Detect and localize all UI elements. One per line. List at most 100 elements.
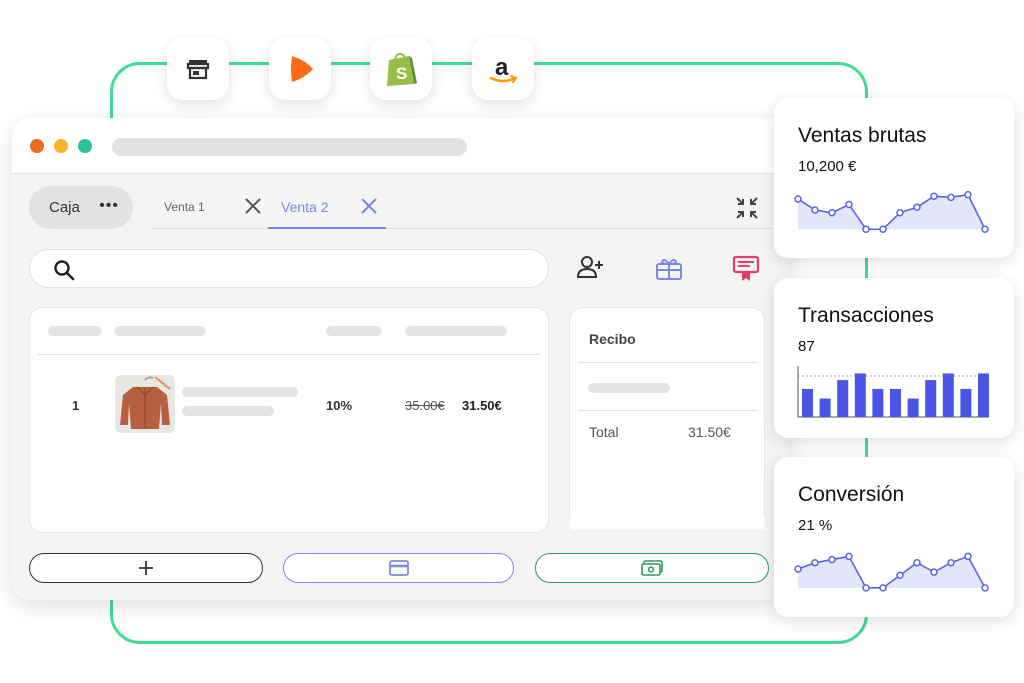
product-detail-placeholder bbox=[182, 406, 274, 416]
chart-point bbox=[947, 558, 955, 567]
receipt-torn-edge bbox=[569, 516, 765, 530]
cash-icon bbox=[641, 560, 663, 576]
total-label: Total bbox=[589, 424, 619, 440]
chart-point bbox=[862, 225, 870, 233]
chart-point bbox=[964, 190, 972, 199]
certificate-icon[interactable] bbox=[732, 255, 760, 283]
header-placeholder bbox=[48, 326, 102, 336]
chart-bar bbox=[978, 373, 989, 417]
tab-venta-2[interactable]: Venta 2 bbox=[281, 199, 329, 215]
chart-point bbox=[879, 584, 887, 592]
store-icon bbox=[186, 60, 210, 80]
chart-bar bbox=[942, 373, 954, 417]
shopify-channel-button[interactable]: S bbox=[370, 38, 432, 100]
more-options-icon[interactable]: ••• bbox=[99, 197, 119, 215]
gift-card-icon[interactable] bbox=[655, 255, 683, 283]
conversion-card: Conversión 21 % bbox=[774, 457, 1014, 617]
row-discount: 10% bbox=[326, 398, 353, 413]
chart-bar bbox=[925, 380, 937, 417]
chart-point bbox=[845, 200, 853, 209]
close-window-dot[interactable] bbox=[30, 139, 44, 153]
row-new-price: 31.50€ bbox=[462, 398, 502, 413]
close-tab-icon[interactable] bbox=[244, 197, 262, 215]
caja-label: Caja bbox=[49, 199, 80, 216]
window-titlebar bbox=[12, 118, 788, 174]
minimize-window-dot[interactable] bbox=[54, 139, 68, 153]
receipt-divider bbox=[578, 362, 758, 363]
chart-point bbox=[913, 558, 921, 567]
card-value: 87 bbox=[798, 338, 815, 355]
maximize-window-dot[interactable] bbox=[78, 139, 92, 153]
active-tab-indicator bbox=[268, 227, 386, 229]
chart-bar bbox=[960, 388, 972, 417]
header-divider bbox=[38, 354, 540, 355]
chart-point bbox=[879, 225, 887, 233]
chart-bar bbox=[819, 398, 831, 417]
chart-point bbox=[896, 571, 904, 580]
chart-point bbox=[930, 568, 938, 576]
chart-bar bbox=[802, 388, 813, 417]
chart-point bbox=[828, 555, 836, 564]
header-placeholder bbox=[326, 326, 382, 336]
card-title: Ventas brutas bbox=[798, 124, 927, 147]
add-button[interactable] bbox=[29, 553, 263, 583]
shopify-icon: S bbox=[387, 52, 417, 86]
svg-text:S: S bbox=[396, 64, 407, 83]
receipt-panel: Recibo Total 31.50€ bbox=[569, 307, 765, 529]
chart-bar bbox=[872, 388, 884, 417]
chart-point bbox=[896, 209, 904, 217]
row-quantity: 1 bbox=[72, 398, 80, 413]
gross-sales-card: Ventas brutas 10,200 € bbox=[774, 98, 1014, 258]
search-input[interactable] bbox=[29, 249, 549, 288]
total-value: 31.50€ bbox=[688, 424, 731, 440]
product-image bbox=[115, 375, 175, 433]
svg-text:a: a bbox=[495, 54, 509, 81]
close-tab-icon[interactable] bbox=[360, 197, 378, 215]
conversion-chart bbox=[794, 552, 989, 592]
collapse-icon[interactable] bbox=[734, 195, 760, 221]
chart-point bbox=[913, 203, 921, 211]
card-title: Conversión bbox=[798, 483, 905, 506]
card-value: 21 % bbox=[798, 517, 833, 534]
store-channel-button[interactable] bbox=[167, 38, 229, 100]
chart-point bbox=[794, 565, 802, 573]
tab-venta-1[interactable]: Venta 1 bbox=[164, 200, 205, 214]
search-icon bbox=[54, 260, 75, 281]
chart-point bbox=[845, 552, 853, 561]
address-bar[interactable] bbox=[112, 138, 467, 156]
receipt-divider bbox=[578, 410, 758, 411]
card-payment-button[interactable] bbox=[283, 553, 514, 583]
zalando-channel-button[interactable] bbox=[269, 38, 331, 100]
amazon-channel-button[interactable]: a bbox=[472, 38, 534, 100]
chart-point bbox=[981, 584, 989, 592]
gross-sales-chart bbox=[794, 190, 989, 233]
tabs-divider bbox=[152, 228, 772, 229]
chart-bar bbox=[837, 380, 849, 417]
chart-point bbox=[964, 552, 972, 561]
caja-selector[interactable]: Caja ••• bbox=[29, 186, 133, 229]
transactions-card: Transacciones 87 bbox=[774, 278, 1014, 438]
add-customer-icon[interactable] bbox=[576, 255, 606, 281]
card-value: 10,200 € bbox=[798, 158, 857, 175]
receipt-item-placeholder bbox=[588, 383, 670, 393]
chart-point bbox=[981, 225, 989, 233]
cash-payment-button[interactable] bbox=[535, 553, 769, 583]
receipt-title: Recibo bbox=[589, 331, 636, 347]
cart-panel: 1 10% 35.00€ 31.50€ bbox=[29, 307, 549, 533]
card-title: Transacciones bbox=[798, 304, 934, 327]
credit-card-icon bbox=[388, 560, 409, 576]
chart-bar bbox=[890, 388, 901, 417]
chart-point bbox=[794, 195, 802, 203]
chart-bar bbox=[854, 373, 866, 417]
product-name-placeholder bbox=[182, 387, 298, 397]
chart-point bbox=[811, 558, 819, 567]
chart-point bbox=[862, 584, 870, 592]
amazon-icon: a bbox=[489, 54, 518, 83]
chart-point bbox=[930, 192, 938, 200]
chart-point bbox=[811, 206, 819, 214]
row-old-price: 35.00€ bbox=[405, 398, 445, 413]
plus-icon bbox=[139, 561, 153, 575]
header-placeholder bbox=[405, 326, 507, 336]
header-placeholder bbox=[114, 326, 206, 336]
chart-bar bbox=[907, 398, 919, 417]
